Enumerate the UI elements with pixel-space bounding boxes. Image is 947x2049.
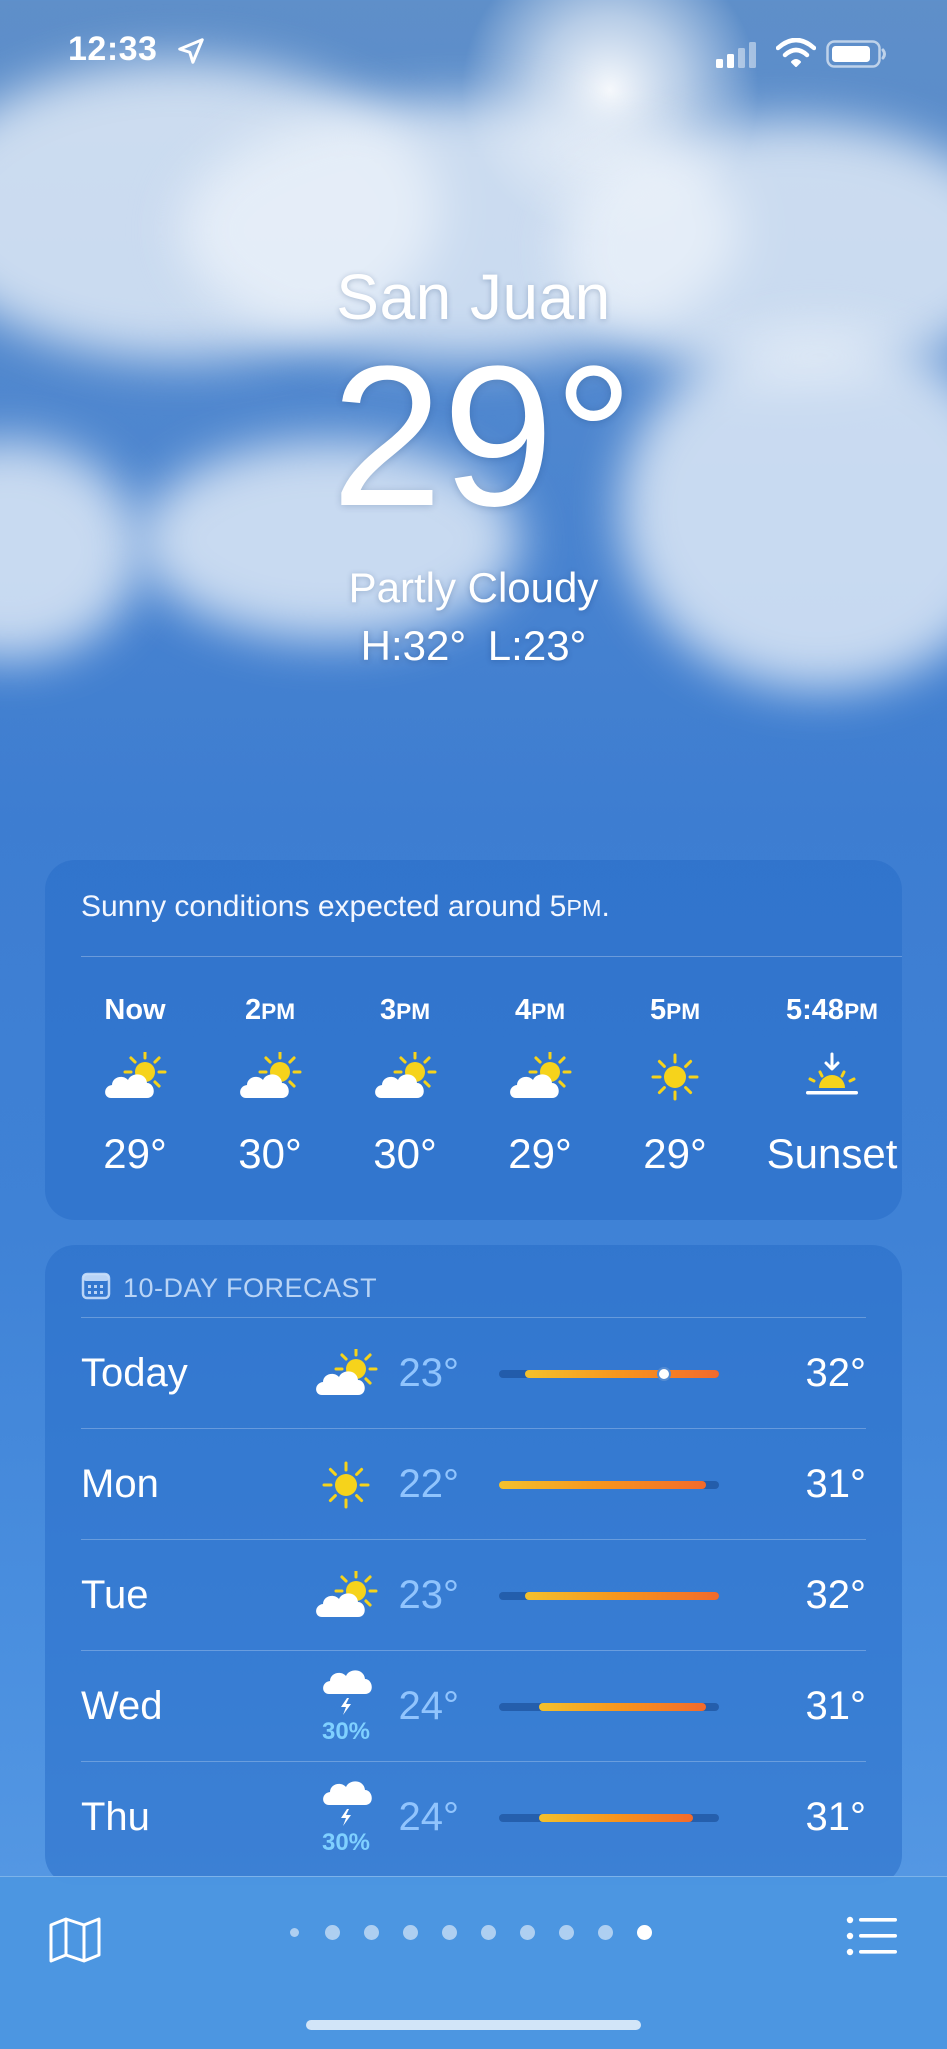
hour-temperature: Sunset: [766, 1130, 898, 1177]
page-dot[interactable]: [403, 1925, 418, 1940]
list-icon[interactable]: [846, 1915, 898, 1962]
current-temperature: 29°: [331, 325, 634, 548]
high-temperature: 32°: [805, 1573, 867, 1617]
forecast-day: Mon: [81, 1462, 159, 1506]
forecast-row[interactable]: Today 23° 32°: [81, 1317, 866, 1429]
hour-label: 5PM: [649, 994, 701, 1026]
forecast-day: Thu: [81, 1795, 150, 1839]
sun-icon: [605, 1040, 745, 1114]
hour-label: 2PM: [244, 994, 296, 1026]
location-arrow-icon: [176, 36, 206, 71]
status-bar: 12:33: [0, 0, 947, 100]
map-icon[interactable]: [48, 1915, 102, 1970]
hour-column: 5:48PM Sunset: [757, 990, 907, 1178]
calendar-icon: [81, 1270, 111, 1307]
partly-cloudy-icon: [200, 1040, 340, 1114]
forecast-title: 10-DAY FORECAST: [123, 1273, 378, 1303]
hourly-forecast-card[interactable]: Sunny conditions expected around 5PM. No…: [45, 860, 902, 1220]
weather-condition: Partly Cloudy: [348, 564, 599, 611]
hour-temperature: 29°: [103, 1130, 167, 1177]
precipitation-chance: 30%: [321, 1717, 371, 1745]
forecast-day: Wed: [81, 1684, 163, 1728]
status-time: 12:33: [68, 30, 158, 68]
temperature-range-bar: [499, 1703, 719, 1711]
high-low-temperature: H:32° L:23°: [360, 622, 587, 669]
hour-column: 2PM 30°: [200, 990, 340, 1178]
wifi-icon: [775, 37, 817, 73]
temperature-range-bar: [499, 1481, 719, 1489]
hour-column: 3PM 30°: [335, 990, 475, 1178]
page-dot[interactable]: [520, 1925, 535, 1940]
hour-label: Now: [104, 994, 166, 1026]
hour-label: 3PM: [379, 994, 431, 1026]
page-dot[interactable]: [364, 1925, 379, 1940]
partly-cloudy-icon: [470, 1040, 610, 1114]
battery-icon: [826, 40, 888, 73]
forecast-header: 10-DAY FORECAST: [81, 1270, 377, 1307]
temperature-range-bar: [499, 1592, 719, 1600]
hour-temperature: 29°: [643, 1130, 707, 1177]
current-weather: San Juan 29° Partly Cloudy H:32° L:23°: [0, 265, 947, 667]
divider: [81, 956, 902, 957]
partly-cloudy-icon: [335, 1040, 475, 1114]
partly-cloudy-icon: [65, 1040, 205, 1114]
page-dot[interactable]: [290, 1928, 299, 1937]
page-indicator[interactable]: [290, 1925, 676, 1940]
page-dot[interactable]: [481, 1925, 496, 1940]
forecast-row[interactable]: Thu 30% 24° 31°: [81, 1761, 866, 1873]
low-temperature: 24°: [398, 1795, 460, 1839]
page-dot[interactable]: [559, 1925, 574, 1940]
temperature-range-bar: [499, 1814, 719, 1822]
forecast-day: Tue: [81, 1573, 149, 1617]
precipitation-chance: 30%: [321, 1828, 371, 1856]
hour-column: 5PM 29°: [605, 990, 745, 1178]
high-temperature: 31°: [805, 1795, 867, 1839]
hour-temperature: 29°: [508, 1130, 572, 1177]
hour-temperature: 30°: [238, 1130, 302, 1177]
hourly-summary: Sunny conditions expected around 5PM.: [81, 890, 610, 923]
temperature-range-bar: [499, 1367, 719, 1381]
sunset-icon: [757, 1040, 907, 1114]
hour-label: 4PM: [514, 994, 566, 1026]
forecast-row[interactable]: Wed 30% 24° 31°: [81, 1650, 866, 1762]
high-temperature: 31°: [805, 1462, 867, 1506]
high-temperature: 31°: [805, 1684, 867, 1728]
ten-day-forecast-card[interactable]: 10-DAY FORECAST Today 23° 32° Mon 22° 31…: [45, 1245, 902, 1885]
forecast-day: Today: [81, 1351, 188, 1395]
forecast-row[interactable]: Tue 23° 32°: [81, 1539, 866, 1651]
home-indicator: [306, 2020, 641, 2030]
hour-column: 4PM 29°: [470, 990, 610, 1178]
low-temperature: 22°: [398, 1462, 460, 1506]
current-temperature-marker: [657, 1367, 671, 1381]
forecast-row[interactable]: Mon 22° 31°: [81, 1428, 866, 1540]
hour-temperature: 30°: [373, 1130, 437, 1177]
low-temperature: 23°: [398, 1573, 460, 1617]
hour-column: Now 29°: [65, 990, 205, 1178]
high-temperature: 32°: [805, 1351, 867, 1395]
page-dot[interactable]: [442, 1925, 457, 1940]
page-dot[interactable]: [637, 1925, 652, 1940]
page-dot[interactable]: [325, 1925, 340, 1940]
low-temperature: 24°: [398, 1684, 460, 1728]
cellular-signal-icon: [716, 42, 760, 73]
page-dot[interactable]: [598, 1925, 613, 1940]
low-temperature: 23°: [398, 1351, 460, 1395]
city-name: San Juan: [336, 261, 611, 333]
hour-label: 5:48PM: [786, 994, 878, 1026]
